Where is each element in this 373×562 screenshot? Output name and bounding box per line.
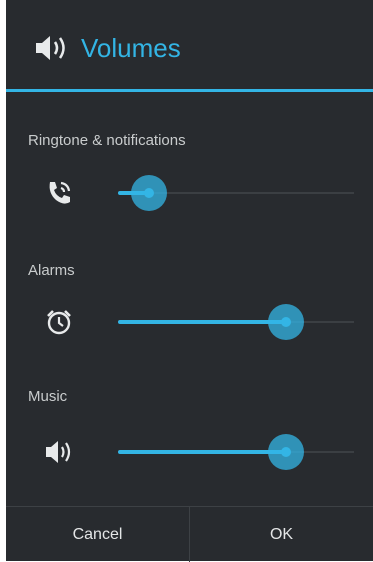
dialog-footer: Cancel OK bbox=[6, 506, 373, 562]
dialog-titlebar: Volumes bbox=[6, 0, 373, 92]
music-label: Music bbox=[28, 388, 68, 405]
alarm-clock-icon[interactable] bbox=[44, 307, 74, 337]
ok-button[interactable]: OK bbox=[190, 507, 373, 562]
ringtone-volume-slider[interactable] bbox=[118, 173, 354, 213]
cancel-button[interactable]: Cancel bbox=[6, 507, 190, 562]
title-divider bbox=[6, 89, 373, 92]
dialog-title: Volumes bbox=[81, 33, 181, 63]
slider-fill bbox=[118, 320, 286, 324]
ringtone-label: Ringtone & notifications bbox=[28, 132, 186, 149]
phone-ring-icon[interactable] bbox=[44, 178, 74, 208]
slider-thumb[interactable] bbox=[268, 434, 304, 470]
slider-thumb[interactable] bbox=[131, 175, 167, 211]
music-volume-slider[interactable] bbox=[118, 432, 354, 472]
speaker-icon[interactable] bbox=[44, 437, 74, 467]
speaker-icon bbox=[36, 36, 65, 60]
slider-fill bbox=[118, 450, 286, 454]
slider-thumb[interactable] bbox=[268, 304, 304, 340]
alarms-volume-slider[interactable] bbox=[118, 302, 354, 342]
volumes-dialog: Volumes Ringtone & notifications Alarms … bbox=[6, 0, 373, 562]
alarms-label: Alarms bbox=[28, 262, 75, 279]
